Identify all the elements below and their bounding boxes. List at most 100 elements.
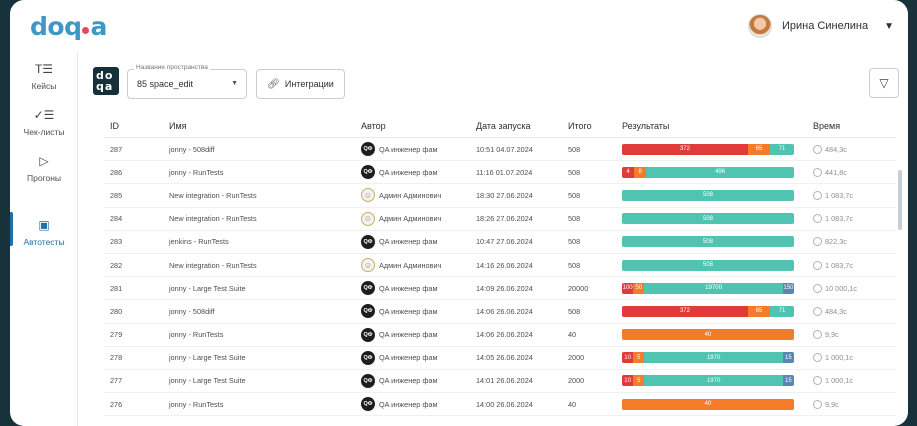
col-name[interactable]: Имя — [169, 121, 361, 131]
result-segment-green: 508 — [622, 189, 794, 201]
time-value: 1 083,7с — [825, 214, 853, 224]
cell-name[interactable]: jonny - Large Test Suite — [169, 376, 361, 385]
cell-date: 14:06 26.06.2024 — [476, 306, 533, 316]
result-segment-red: 100 — [622, 282, 634, 294]
author-avatar-icon: QФ — [361, 397, 375, 412]
result-segment-blue: 150 — [782, 282, 794, 294]
user-menu[interactable]: Ирина Синелина ▼ — [748, 14, 894, 38]
cell-id: 278 — [110, 353, 123, 363]
cell-name[interactable]: jonny - RunTests — [169, 400, 361, 409]
sidebar-item-label: Кейсы — [31, 81, 57, 91]
cell-author: QФ QA инженер фам — [361, 397, 476, 412]
result-segment-red: 10 — [622, 375, 634, 387]
table-row[interactable]: 283 jenkins - RunTests QФ QA инженер фам 10:… — [104, 231, 896, 254]
clock-icon — [813, 283, 822, 293]
sidebar-item-runs[interactable]: ▷ Прогоны — [10, 154, 78, 183]
table-row[interactable]: 281 jonny - Large Test Suite QФ QA инженер … — [104, 277, 896, 301]
cell-date: 18:30 27.06.2024 — [476, 190, 533, 200]
sidebar-item-checklists[interactable]: ✓☰ Чек-листы — [10, 108, 78, 137]
top-bar: doq a Ирина Синелина ▼ — [10, 0, 908, 52]
cell-name[interactable]: jonny - 508diff — [169, 307, 361, 316]
table-row[interactable]: 277 jonny - Large Test Suite QФ QA инженер … — [104, 370, 896, 394]
cell-results: 508 — [622, 259, 813, 271]
cell-name[interactable]: New integration - RunTests — [169, 191, 361, 200]
cell-name[interactable]: jonny - RunTests — [169, 330, 361, 339]
cell-total: 508 — [568, 167, 581, 177]
col-id[interactable]: ID — [104, 121, 169, 131]
cell-time: 10 000,1с — [813, 283, 873, 293]
table-row[interactable]: 286 jonny - RunTests QФ QA инженер фам 11:16… — [104, 161, 896, 185]
author-avatar-icon: QФ — [361, 373, 375, 388]
cell-id: 276 — [110, 399, 123, 409]
scrollbar[interactable] — [898, 170, 902, 230]
cell-author: QФ QA инженер фам — [361, 304, 476, 319]
table-row[interactable]: 282 New integration - RunTests ☺ Админ Адми… — [104, 254, 896, 278]
cell-results: 508 — [622, 189, 813, 201]
cell-name[interactable]: jonny - 508diff — [169, 145, 361, 154]
col-results[interactable]: Результаты — [622, 121, 813, 131]
cell-name[interactable]: New integration - RunTests — [169, 214, 361, 223]
result-segment-green: 1970 — [644, 352, 783, 364]
results-bar: 508 — [622, 189, 794, 201]
table-row[interactable]: 280 jonny - 508diff QФ QA инженер фам 14:06 … — [104, 300, 896, 324]
avatar — [748, 14, 772, 38]
results-bar: 4 8 496 — [622, 166, 794, 178]
cell-author: ☺ Админ Админович — [361, 258, 476, 273]
app-logo[interactable]: doq a — [30, 12, 107, 41]
cell-time: 9,9с — [813, 399, 873, 409]
cell-results: 40 — [622, 398, 813, 410]
space-select[interactable]: Название пространства 85 space_edit ▼ — [127, 64, 247, 99]
time-value: 484,3с — [825, 306, 847, 316]
space-select-label: Название пространства — [134, 64, 210, 71]
col-total[interactable]: Итого — [568, 121, 622, 131]
author-name: QA инженер фам — [379, 144, 438, 154]
clock-icon — [813, 190, 822, 200]
cell-name[interactable]: jonny - RunTests — [169, 168, 361, 177]
filter-button[interactable]: ▽ — [869, 68, 899, 98]
author-avatar-icon: ☺ — [361, 188, 375, 203]
col-author[interactable]: Автор — [361, 121, 476, 131]
cell-total: 40 — [568, 330, 577, 340]
result-segment-green: 508 — [622, 213, 794, 225]
cell-total: 508 — [568, 260, 581, 270]
cell-author: QФ QA инженер фам — [361, 281, 476, 296]
clock-icon — [813, 330, 822, 340]
sidebar-item-autotests[interactable]: ▣ Автотесты — [10, 212, 78, 247]
author-name: QA инженер фам — [379, 283, 438, 293]
table-header: ID Имя Автор Дата запуска Итого Результа… — [104, 114, 896, 138]
cell-results: 508 — [622, 213, 813, 225]
results-bar: 508 — [622, 259, 794, 271]
col-date[interactable]: Дата запуска — [476, 121, 568, 131]
clock-icon — [813, 214, 822, 224]
integrations-button[interactable]: 🔗︎ Интеграции — [256, 69, 345, 99]
time-value: 9,9с — [825, 330, 839, 340]
cell-date: 14:06 26.06.2024 — [476, 330, 533, 340]
cell-total: 40 — [568, 399, 577, 409]
cell-author: ☺ Админ Админович — [361, 211, 476, 226]
result-segment-orange: 50 — [633, 282, 645, 294]
table-row[interactable]: 284 New integration - RunTests ☺ Админ Адми… — [104, 208, 896, 231]
result-segment-green: 496 — [646, 166, 794, 178]
cell-name[interactable]: jonny - Large Test Suite — [169, 353, 361, 362]
cell-time: 1 083,7с — [813, 190, 873, 200]
result-segment-orange: 40 — [622, 398, 794, 410]
result-segment-green: 508 — [622, 236, 794, 248]
table-row[interactable]: 278 jonny - Large Test Suite QФ QA инженер … — [104, 347, 896, 370]
col-time[interactable]: Время — [813, 121, 873, 131]
table-row[interactable]: 276 jonny - RunTests QФ QA инженер фам 14:00… — [104, 393, 896, 417]
result-segment-orange: 65 — [747, 143, 770, 155]
table-row[interactable]: 279 jonny - RunTests QФ QA инженер фам 14:06… — [104, 324, 896, 347]
author-name: QA инженер фам — [379, 399, 438, 409]
table-row[interactable]: 287 jonny - 508diff QФ QA инженер фам 10:51 … — [104, 138, 896, 162]
cell-date: 14:16 26.06.2024 — [476, 260, 533, 270]
cell-name[interactable]: jenkins - RunTests — [169, 237, 361, 246]
result-segment-green: 19700 — [644, 282, 783, 294]
table-row[interactable]: 285 New integration - RunTests ☺ Админ Адми… — [104, 184, 896, 208]
author-avatar-icon: QФ — [361, 304, 375, 319]
cell-name[interactable]: New integration - RunTests — [169, 261, 361, 270]
cell-name[interactable]: jonny - Large Test Suite — [169, 284, 361, 293]
sidebar-item-cases[interactable]: T☰ Кейсы — [10, 62, 78, 91]
chevron-down-icon[interactable]: ▼ — [884, 21, 894, 32]
link-icon: 🔗︎ — [267, 78, 280, 90]
cell-author: QФ QA инженер фам — [361, 327, 476, 342]
